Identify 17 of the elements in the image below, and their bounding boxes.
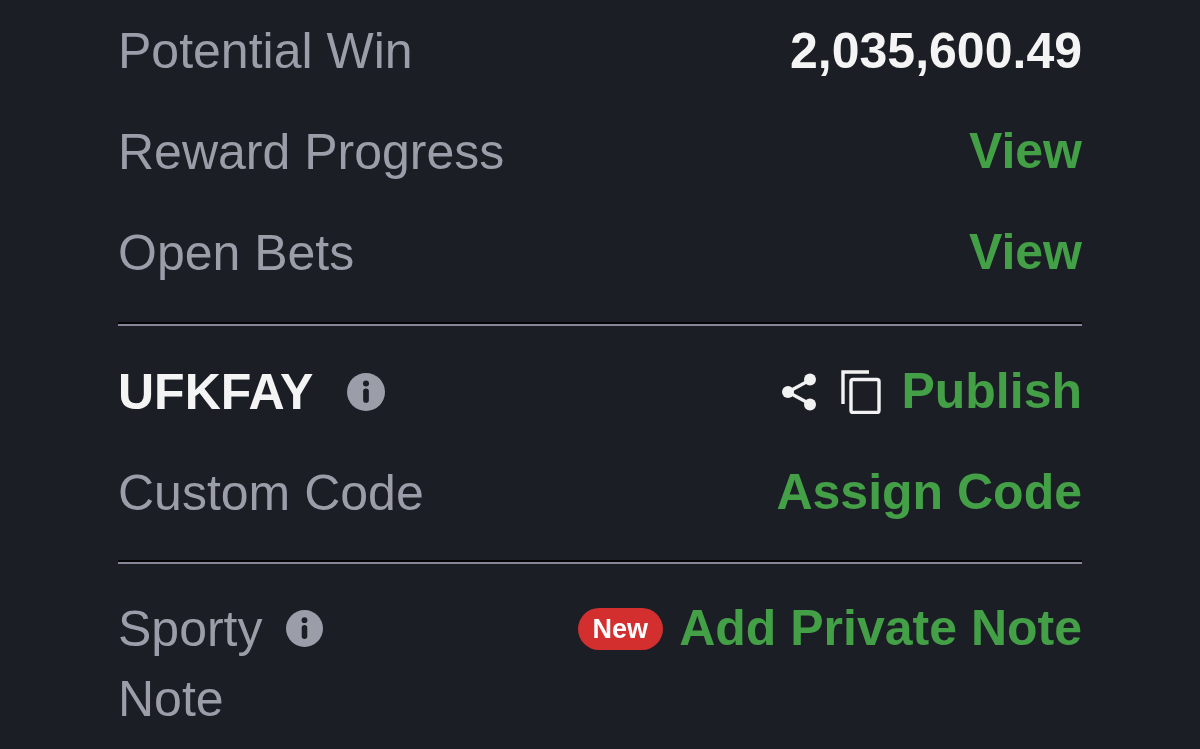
- row-label: Reward Progress: [118, 122, 505, 182]
- info-icon[interactable]: [286, 610, 323, 647]
- row-label: Custom Code: [118, 463, 424, 523]
- action-link[interactable]: View: [968, 223, 1082, 282]
- booking-code: UFKFAY: [118, 362, 314, 421]
- action-link[interactable]: View: [968, 122, 1082, 181]
- publish-link[interactable]: Publish: [901, 362, 1082, 421]
- new-badge: New: [577, 608, 664, 650]
- copy-icon[interactable]: [841, 369, 882, 414]
- row-label: Open Bets: [118, 223, 355, 283]
- row-label: Potential Win: [118, 21, 413, 81]
- row-label: Sporty Note: [118, 600, 264, 729]
- add-note-link[interactable]: Add Private Note: [679, 600, 1082, 658]
- row-value: 2,035,600.49: [790, 21, 1082, 80]
- share-icon[interactable]: [781, 372, 818, 411]
- action-link[interactable]: Assign Code: [776, 463, 1082, 522]
- info-icon[interactable]: [347, 372, 386, 411]
